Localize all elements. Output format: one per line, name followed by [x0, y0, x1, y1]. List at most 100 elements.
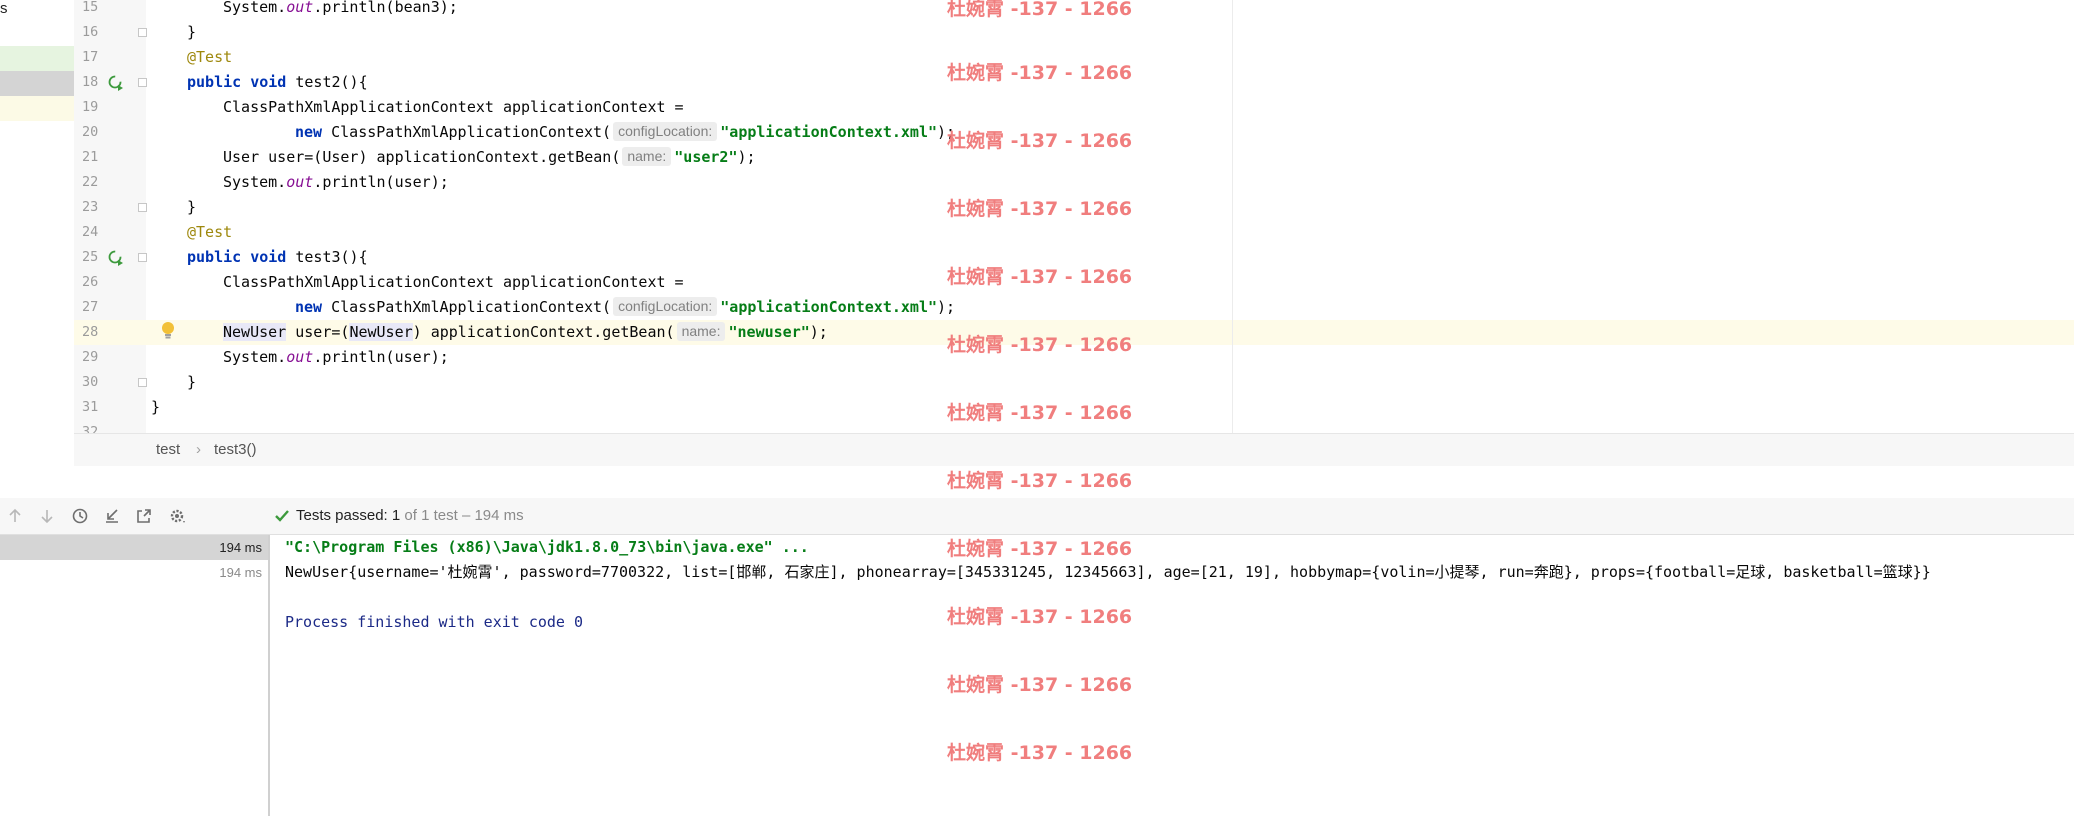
code-token: out [286, 0, 314, 16]
line-number: 19 [82, 99, 99, 115]
gutter-line[interactable]: 20 [74, 120, 146, 145]
test-runner-toolbar: Tests passed: 1 of 1 test – 194 ms [0, 498, 2074, 535]
console-line-output: NewUser{username='杜婉霄', password=7700322… [285, 563, 1931, 581]
line-number: 20 [82, 124, 99, 140]
line-number: 25 [82, 249, 99, 265]
gutter-line[interactable]: 18 [74, 70, 147, 95]
code-line[interactable]: @Test [146, 220, 2074, 245]
code-line[interactable]: new ClassPathXmlApplicationContext(confi… [146, 295, 2074, 320]
code-token: @Test [187, 223, 233, 241]
gutter-line[interactable]: 31 [74, 395, 146, 420]
editor-gutter[interactable]: 15 16 17 18 19 20 21 22 23 24 25 26 27 28 29 30 31 32 [74, 0, 147, 433]
gutter-line[interactable]: 26 [74, 270, 146, 295]
code-token: ClassPathXmlApplicationContext( [331, 298, 612, 316]
code-line-text: } [187, 195, 196, 220]
line-number: 28 [82, 324, 99, 340]
console-output[interactable]: "C:\Program Files (x86)\Java\jdk1.8.0_73… [270, 535, 2074, 816]
project-tool-window-edge: s [0, 0, 75, 433]
code-line[interactable]: } [146, 370, 2074, 395]
code-token: @Test [187, 48, 233, 66]
code-token: ); [937, 298, 956, 316]
watermark: 杜婉霄 -137 - 1266 [947, 62, 1133, 84]
gutter-line[interactable]: 28 [74, 320, 146, 345]
code-line[interactable]: System.out.println(user); [146, 170, 2074, 195]
gutter-line[interactable]: 29 [74, 345, 146, 370]
tree-row-test[interactable]: 194 ms [0, 560, 268, 585]
gutter-line[interactable]: 25 [74, 245, 147, 270]
breadcrumb-method[interactable]: test3() [214, 441, 257, 458]
gutter-line[interactable]: 30 [74, 370, 147, 395]
code-line-text: User user=(User) applicationContext.getB… [223, 145, 756, 170]
code-token: .println(user); [313, 348, 449, 366]
parameter-hint: name: [676, 322, 726, 341]
gutter-line[interactable]: 17 [74, 45, 146, 70]
code-token: System. [223, 348, 287, 366]
history-icon[interactable] [71, 507, 89, 525]
gutter-line[interactable]: 32 [74, 420, 146, 433]
project-tree-highlight [0, 46, 74, 71]
gutter-line[interactable]: 23 [74, 195, 147, 220]
export-icon[interactable] [135, 507, 153, 525]
gutter-line[interactable]: 24 [74, 220, 146, 245]
code-token: .println(bean3); [313, 0, 458, 16]
code-token: NewUser [349, 323, 413, 341]
gutter-line[interactable]: 19 [74, 95, 146, 120]
line-number: 27 [82, 299, 99, 315]
check-icon [275, 510, 289, 522]
line-number: 18 [82, 74, 99, 90]
code-token: System. [223, 173, 287, 191]
code-token: .println(user); [313, 173, 449, 191]
code-token: "applicationContext.xml" [720, 123, 938, 141]
watermark: 杜婉霄 -137 - 1266 [947, 742, 1133, 764]
watermark: 杜婉霄 -137 - 1266 [947, 334, 1133, 356]
watermark: 杜婉霄 -137 - 1266 [947, 130, 1133, 152]
gutter-line[interactable]: 22 [74, 170, 146, 195]
code-token: ClassPathXmlApplicationContext applicati… [223, 98, 684, 116]
project-tree-highlight [0, 96, 74, 121]
gutter-line[interactable]: 16 [74, 20, 147, 45]
code-line-text: public void test3(){ [187, 245, 368, 270]
watermark: 杜婉霄 -137 - 1266 [947, 266, 1133, 288]
run-test-icon[interactable] [108, 250, 124, 266]
code-line-text: } [187, 20, 196, 45]
test-results-tree[interactable]: 194 ms 194 ms [0, 535, 270, 816]
lightbulb-icon[interactable] [160, 321, 176, 341]
breadcrumb-class[interactable]: test [156, 441, 180, 458]
code-line-text: System.out.println(user); [223, 345, 449, 370]
code-token: ClassPathXmlApplicationContext( [331, 123, 612, 141]
line-number: 23 [82, 199, 99, 215]
code-token: ClassPathXmlApplicationContext applicati… [223, 273, 684, 291]
line-number: 21 [82, 149, 99, 165]
project-tree-fragment: s [0, 0, 8, 17]
run-test-icon[interactable] [108, 75, 124, 91]
line-number: 15 [82, 0, 99, 15]
line-number: 30 [82, 374, 99, 390]
import-tests-icon[interactable] [103, 507, 121, 525]
gutter-line[interactable]: 15 [74, 0, 146, 20]
line-number: 29 [82, 349, 99, 365]
watermark: 杜婉霄 -137 - 1266 [947, 198, 1133, 220]
arrow-down-icon[interactable] [38, 507, 56, 525]
watermark: 杜婉霄 -137 - 1266 [947, 674, 1133, 696]
code-token: } [187, 373, 197, 391]
code-token: ); [737, 148, 756, 166]
project-tree-selected-row[interactable] [0, 71, 74, 96]
code-line-text: NewUser user=(NewUser) applicationContex… [223, 320, 828, 345]
line-number: 32 [82, 424, 99, 433]
watermark: 杜婉霄 -137 - 1266 [947, 538, 1133, 560]
gutter-line[interactable]: 27 [74, 295, 146, 320]
code-token: test3(){ [295, 248, 368, 266]
code-line-text: System.out.println(bean3); [223, 0, 458, 20]
line-number: 22 [82, 174, 99, 190]
code-line-text: public void test2(){ [187, 70, 368, 95]
code-line-text: } [187, 370, 196, 395]
gear-icon[interactable] [168, 507, 186, 525]
tree-row-root[interactable]: 194 ms [0, 535, 268, 560]
code-token: "newuser" [728, 323, 810, 341]
parameter-hint: configLocation: [613, 122, 718, 141]
gutter-line[interactable]: 21 [74, 145, 146, 170]
code-line[interactable]: } [146, 20, 2074, 45]
arrow-up-icon[interactable] [6, 507, 24, 525]
code-token: } [187, 23, 197, 41]
code-line[interactable]: ClassPathXmlApplicationContext applicati… [146, 95, 2074, 120]
